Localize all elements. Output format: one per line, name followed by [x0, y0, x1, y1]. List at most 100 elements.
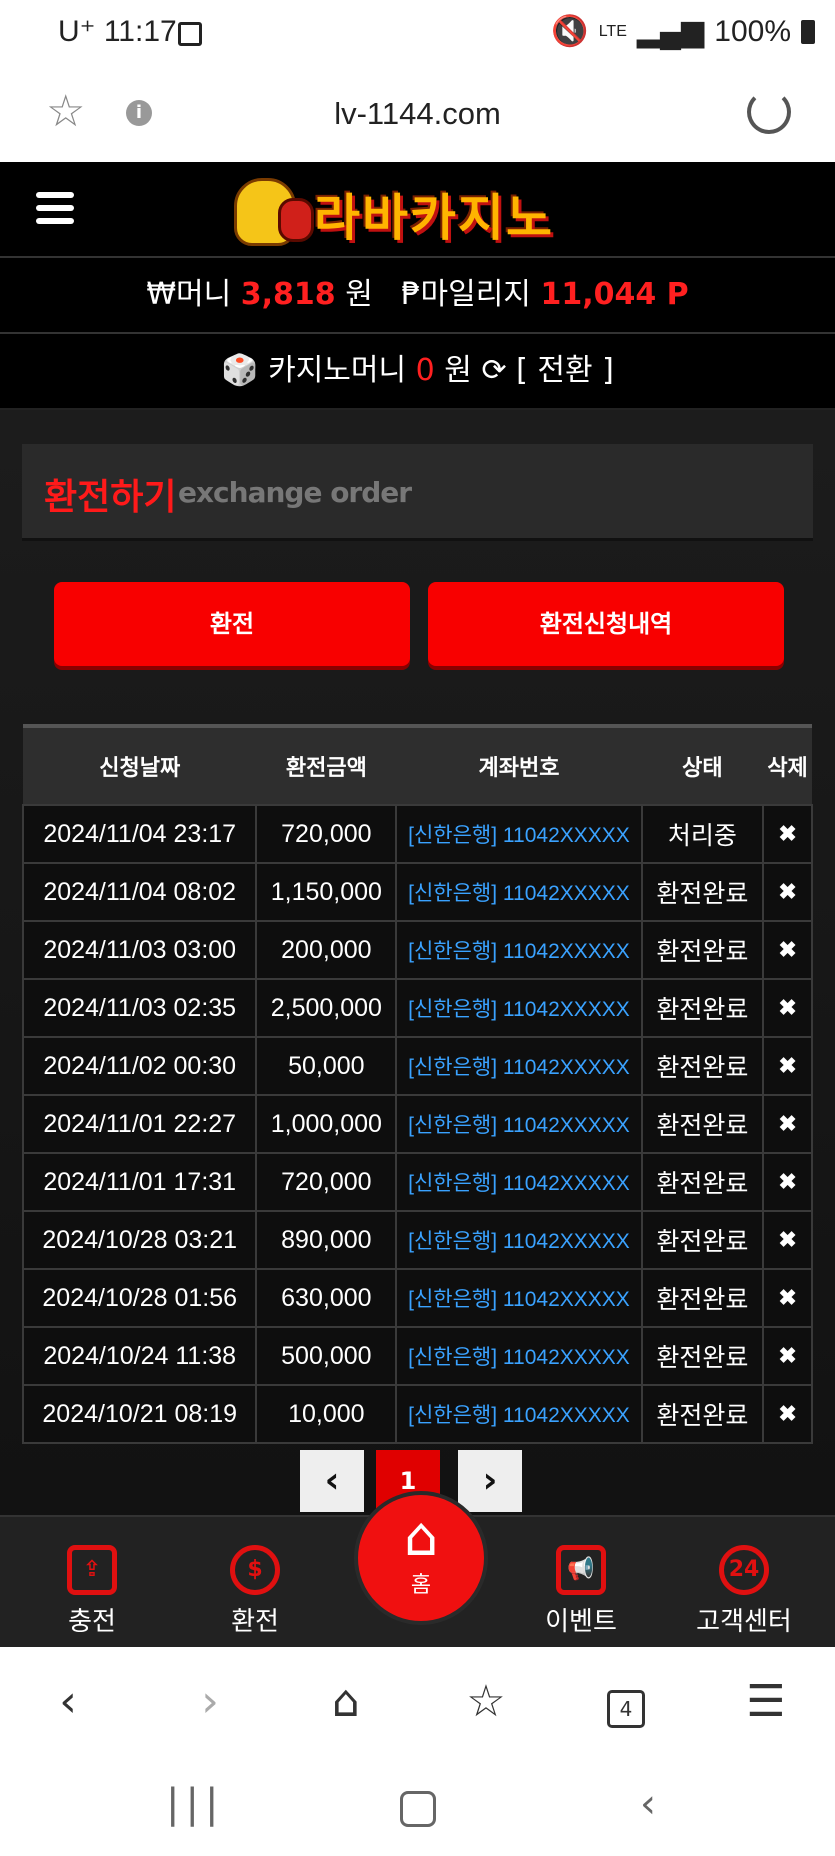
- mileage-label: ₱마일리지: [401, 277, 531, 312]
- table-row: 2024/11/03 02:35 2,500,000 [신한은행] 11042XXX…: [21, 978, 813, 1038]
- casino-money-row: 🎲 카지노머니 0 원 ⟳ [ 전환 ]: [0, 334, 835, 410]
- site-header: 라바카지노: [0, 162, 835, 258]
- table-row: 2024/11/04 23:17 720,000 [신한은행] 11042XXXXX…: [21, 804, 813, 864]
- house-icon: ⌂: [403, 1505, 439, 1568]
- delete-icon[interactable]: ✖: [762, 1268, 813, 1328]
- tab-count: 4: [607, 1690, 645, 1728]
- nav-charge-label: 충전: [68, 1607, 116, 1637]
- casino-unit: 원: [444, 353, 472, 388]
- cell-amount: 50,000: [255, 1036, 398, 1096]
- browser-menu-icon[interactable]: ☰: [736, 1677, 796, 1727]
- cell-amount: 630,000: [255, 1268, 398, 1328]
- nav-cs-label: 고객센터: [696, 1607, 792, 1637]
- android-back-icon[interactable]: ‹: [640, 1781, 656, 1827]
- cell-status: 환전완료: [640, 1268, 765, 1328]
- status-bar: U⁺ 11:17 🔇 LTE ▂▄▆ 100%: [0, 0, 835, 68]
- mute-icon: 🔇: [551, 15, 589, 48]
- cell-status: 환전완료: [640, 1036, 765, 1096]
- cell-date: 2024/11/04 23:17: [21, 804, 258, 864]
- site-logo[interactable]: 라바카지노: [228, 174, 608, 247]
- bookmarks-star-icon[interactable]: ☆: [456, 1677, 516, 1727]
- cell-amount: 500,000: [255, 1326, 398, 1386]
- casino-value: 0: [415, 353, 435, 388]
- table-row: 2024/11/01 22:27 1,000,000 [신한은행] 11042XXX…: [21, 1094, 813, 1154]
- cell-account: [신한은행] 11042XXXXX: [395, 804, 643, 864]
- back-arrow-icon[interactable]: ‹: [38, 1677, 98, 1727]
- header-delete: 삭제: [763, 724, 812, 805]
- cell-date: 2024/11/01 17:31: [21, 1152, 258, 1212]
- table-row: 2024/10/28 01:56 630,000 [신한은행] 11042XXXXX…: [21, 1268, 813, 1328]
- reload-icon[interactable]: [747, 90, 791, 134]
- delete-icon[interactable]: ✖: [762, 978, 813, 1038]
- cell-account: [신한은행] 11042XXXXX: [395, 978, 643, 1038]
- cell-account: [신한은행] 11042XXXXX: [395, 1210, 643, 1270]
- cell-date: 2024/11/02 00:30: [21, 1036, 258, 1096]
- nav-event[interactable]: 📢 이벤트: [521, 1545, 641, 1638]
- status-time: U⁺ 11:17: [58, 15, 177, 48]
- delete-icon[interactable]: ✖: [762, 862, 813, 922]
- cell-amount: 1,150,000: [255, 862, 398, 922]
- convert-button[interactable]: [ 전환 ]: [516, 353, 614, 388]
- cell-amount: 890,000: [255, 1210, 398, 1270]
- delete-icon[interactable]: ✖: [762, 1152, 813, 1212]
- nav-event-label: 이벤트: [545, 1607, 617, 1637]
- table-row: 2024/10/21 08:19 10,000 [신한은행] 11042XXXXX 환…: [21, 1384, 813, 1444]
- url-text[interactable]: lv-1144.com: [0, 96, 835, 132]
- delete-icon[interactable]: ✖: [762, 1326, 813, 1386]
- exchange-history-button[interactable]: 환전신청내역: [428, 582, 784, 666]
- header-account: 계좌번호: [396, 724, 642, 805]
- money-unit: 원: [345, 277, 373, 312]
- delete-icon[interactable]: ✖: [762, 1094, 813, 1154]
- header-date: 신청날짜: [23, 724, 257, 805]
- table-row: 2024/10/28 03:21 890,000 [신한은행] 11042XXXXX…: [21, 1210, 813, 1270]
- cell-amount: 1,000,000: [255, 1094, 398, 1154]
- support-24-icon: 24: [719, 1545, 769, 1595]
- cell-status: 환전완료: [640, 1094, 765, 1154]
- pagination-next-button[interactable]: ›: [458, 1450, 522, 1512]
- main-content: 환전하기 exchange order 환전 환전신청내역 신청날짜 환전금액 …: [0, 410, 835, 1515]
- recent-apps-icon[interactable]: |||: [166, 1781, 224, 1827]
- header-amount: 환전금액: [256, 724, 397, 805]
- cell-status: 환전완료: [640, 1152, 765, 1212]
- money-label: ₩머니: [146, 277, 232, 312]
- delete-icon[interactable]: ✖: [762, 1384, 813, 1444]
- nav-exchange[interactable]: $ 환전: [195, 1545, 315, 1638]
- nav-customer-center[interactable]: 24 고객센터: [684, 1545, 804, 1638]
- cell-date: 2024/11/03 02:35: [21, 978, 258, 1038]
- android-nav-bar: ||| ‹: [0, 1759, 835, 1856]
- table-row: 2024/11/02 00:30 50,000 [신한은행] 11042XXXXX 환…: [21, 1036, 813, 1096]
- forward-arrow-icon[interactable]: ›: [180, 1677, 240, 1727]
- cell-status: 환전완료: [640, 978, 765, 1038]
- nav-home[interactable]: ⌂ 홈: [354, 1491, 488, 1625]
- delete-icon[interactable]: ✖: [762, 804, 813, 864]
- cell-account: [신한은행] 11042XXXXX: [395, 1152, 643, 1212]
- network-label: LTE: [598, 22, 627, 40]
- delete-icon[interactable]: ✖: [762, 920, 813, 980]
- mileage-value: 11,044 P: [540, 277, 689, 312]
- nav-charge[interactable]: ⇪ 충전: [32, 1545, 152, 1638]
- exchange-button[interactable]: 환전: [54, 582, 410, 666]
- header-status: 상태: [641, 724, 764, 805]
- page-title-box: 환전하기 exchange order: [22, 444, 813, 541]
- logo-text: 라바카지노: [314, 189, 554, 247]
- cell-date: 2024/10/21 08:19: [21, 1384, 258, 1444]
- android-home-icon[interactable]: [400, 1791, 436, 1827]
- cell-account: [신한은행] 11042XXXXX: [395, 1384, 643, 1444]
- pagination-prev-button[interactable]: ‹: [300, 1450, 364, 1512]
- site-bottom-nav: ⇪ 충전 $ 환전 ⌂ 홈 📢 이벤트 24 고객센터: [0, 1491, 835, 1649]
- browser-home-icon[interactable]: ⌂: [316, 1677, 376, 1727]
- dice-icon: 🎲: [221, 353, 259, 388]
- cell-account: [신한은행] 11042XXXXX: [395, 1326, 643, 1386]
- delete-icon[interactable]: ✖: [762, 1210, 813, 1270]
- browser-address-bar: ☆ i lv-1144.com: [0, 68, 835, 164]
- money-value: 3,818: [240, 277, 336, 312]
- hamburger-menu-icon[interactable]: [36, 192, 74, 231]
- tabs-icon[interactable]: 4: [596, 1677, 656, 1728]
- cell-date: 2024/11/03 03:00: [21, 920, 258, 980]
- cell-date: 2024/10/28 01:56: [21, 1268, 258, 1328]
- page-subtitle: exchange order: [178, 476, 412, 509]
- cell-date: 2024/11/01 22:27: [21, 1094, 258, 1154]
- delete-icon[interactable]: ✖: [762, 1036, 813, 1096]
- refresh-icon[interactable]: ⟳: [481, 353, 506, 388]
- cell-status: 환전완료: [640, 1210, 765, 1270]
